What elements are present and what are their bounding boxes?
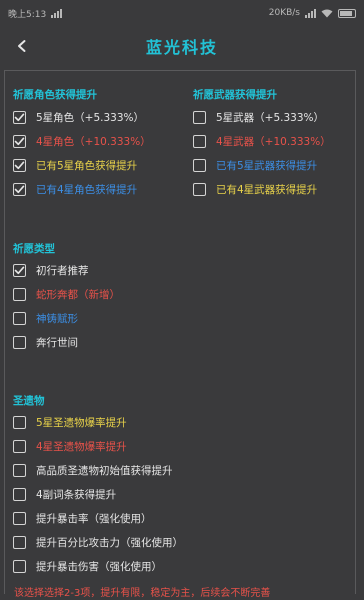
option-label: 5星角色（+5.333%） (36, 111, 145, 124)
wish-type-option[interactable]: 蛇形奔都（新增） (13, 285, 120, 303)
checkbox-checked[interactable] (13, 110, 26, 124)
option-label: 提升暴击率（强化使用） (36, 512, 152, 525)
char-wish-option[interactable]: 已有4星角色获得提升 (13, 180, 137, 198)
checkbox-unchecked[interactable] (13, 439, 26, 453)
checkbox-unchecked[interactable] (13, 559, 26, 573)
cell-signal-icon (305, 8, 316, 18)
checkbox-unchecked[interactable] (13, 311, 26, 325)
option-label: 已有5星角色获得提升 (36, 159, 138, 172)
option-label: 4副词条获得提升 (36, 488, 117, 501)
checkbox-checked[interactable] (13, 263, 26, 277)
checkbox-unchecked[interactable] (13, 463, 26, 477)
section-title-weapon-wish: 祈愿武器获得提升 (193, 89, 277, 101)
checkbox-unchecked[interactable] (13, 287, 26, 301)
artifacts-option[interactable]: 4副词条获得提升 (13, 485, 116, 503)
battery-icon (338, 8, 356, 18)
status-time: 晚上5:13 (8, 9, 47, 20)
char-wish-option[interactable]: 4星角色（+10.333%） (13, 132, 151, 150)
char-wish-option[interactable]: 已有5星角色获得提升 (13, 156, 137, 174)
checkbox-unchecked[interactable] (193, 158, 206, 172)
option-label: 5星圣遗物爆率提升 (36, 416, 127, 429)
section-title-artifacts: 圣遗物 (13, 395, 45, 407)
page-title: 蓝光科技 (145, 38, 218, 57)
option-label: 已有4星角色获得提升 (36, 183, 138, 196)
checkbox-checked[interactable] (13, 134, 26, 148)
checkmark-icon (14, 266, 25, 274)
option-label: 蛇形奔都（新增） (36, 288, 120, 301)
artifacts-option[interactable]: 提升暴击率（强化使用） (13, 509, 152, 527)
checkmark-icon (14, 161, 25, 169)
wish-type-option[interactable]: 初行者推荐 (13, 261, 89, 279)
artifacts-option[interactable]: 提升暴击伤害（强化使用） (13, 557, 162, 575)
checkbox-unchecked[interactable] (13, 535, 26, 549)
checkbox-unchecked[interactable] (193, 182, 206, 196)
checkbox-checked[interactable] (13, 158, 26, 172)
section-title-character-wish: 祈愿角色获得提升 (13, 89, 97, 101)
footer-note: 该选择选择2-3项，提升有限，稳定为主，后续会不断完善 (14, 588, 271, 599)
option-label: 4星角色（+10.333%） (36, 135, 151, 148)
back-arrow-icon (18, 40, 26, 52)
option-label: 提升暴击伤害（强化使用） (36, 560, 162, 573)
option-label: 提升百分比攻击力（强化使用） (36, 536, 183, 549)
option-label: 神铸赋形 (36, 312, 78, 325)
option-label: 初行者推荐 (36, 264, 89, 277)
checkbox-unchecked[interactable] (193, 110, 206, 124)
char-wish-option[interactable]: 5星角色（+5.333%） (13, 108, 144, 126)
checkbox-unchecked[interactable] (193, 134, 206, 148)
option-label: 高品质圣遗物初始值获得提升 (36, 464, 173, 477)
checkmark-icon (14, 113, 25, 121)
top-bar: 蓝光科技 (0, 26, 364, 66)
artifacts-option[interactable]: 提升百分比攻击力（强化使用） (13, 533, 183, 551)
option-label: 已有5星武器获得提升 (216, 159, 318, 172)
artifacts-option[interactable]: 4星圣遗物爆率提升 (13, 437, 127, 455)
weapon-wish-option[interactable]: 已有4星武器获得提升 (193, 180, 317, 198)
option-label: 已有4星武器获得提升 (216, 183, 318, 196)
status-bar: 晚上5:13 20KB/s (0, 0, 364, 26)
settings-panel: 祈愿角色获得提升 5星角色（+5.333%） 4星角色（+10.333%） 已有5星… (4, 70, 356, 594)
option-label: 4星武器（+10.333%） (216, 135, 331, 148)
back-button[interactable] (8, 32, 36, 60)
checkbox-unchecked[interactable] (13, 415, 26, 429)
network-speed: 20KB/s (268, 8, 300, 18)
section-title-wish-type: 祈愿类型 (13, 243, 55, 255)
wish-type-option[interactable]: 神铸赋形 (13, 309, 78, 327)
option-label: 奔行世间 (36, 336, 78, 349)
artifacts-option[interactable]: 高品质圣遗物初始值获得提升 (13, 461, 173, 479)
weapon-wish-option[interactable]: 已有5星武器获得提升 (193, 156, 317, 174)
checkbox-checked[interactable] (13, 182, 26, 196)
option-label: 4星圣遗物爆率提升 (36, 440, 127, 453)
signal-icon (51, 8, 63, 18)
checkbox-unchecked[interactable] (13, 511, 26, 525)
weapon-wish-option[interactable]: 5星武器（+5.333%） (193, 108, 324, 126)
weapon-wish-option[interactable]: 4星武器（+10.333%） (193, 132, 331, 150)
wish-type-option[interactable]: 奔行世间 (13, 333, 78, 351)
checkmark-icon (14, 137, 25, 145)
checkbox-unchecked[interactable] (13, 335, 26, 349)
option-label: 5星武器（+5.333%） (216, 111, 325, 124)
checkmark-icon (14, 185, 25, 193)
checkbox-unchecked[interactable] (13, 487, 26, 501)
wifi-icon (321, 9, 333, 17)
artifacts-option[interactable]: 5星圣遗物爆率提升 (13, 413, 127, 431)
